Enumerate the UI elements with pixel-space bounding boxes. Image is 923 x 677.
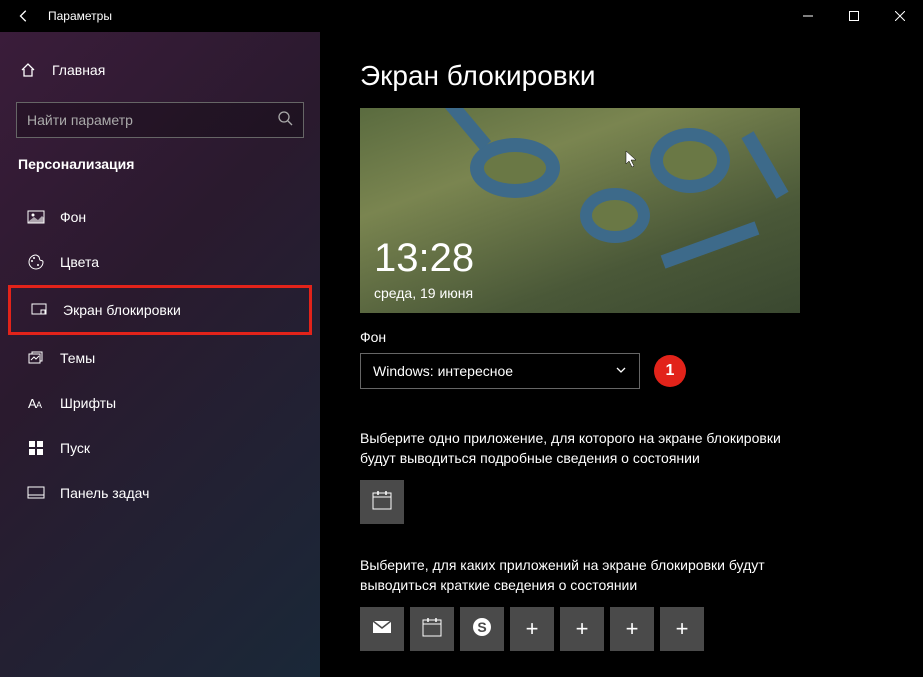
palette-icon: [26, 253, 46, 271]
search-input[interactable]: [27, 112, 277, 128]
quick-app-tile-add-4[interactable]: +: [660, 607, 704, 651]
cursor-icon: [625, 150, 639, 173]
preview-date: среда, 19 июня: [374, 285, 473, 301]
svg-text:A: A: [36, 400, 42, 410]
quick-app-tile-add-2[interactable]: +: [560, 607, 604, 651]
titlebar: Параметры: [0, 0, 923, 32]
fonts-icon: AA: [26, 394, 46, 412]
sidebar-item-label: Пуск: [60, 440, 90, 456]
quick-app-tile-mail[interactable]: [360, 607, 404, 651]
sidebar-item-start[interactable]: Пуск: [8, 426, 312, 470]
sidebar-item-label: Цвета: [60, 254, 99, 270]
calendar-icon: [371, 489, 393, 516]
sidebar: Главная Персонализация Фон Цвета: [0, 32, 320, 677]
preview-time: 13:28: [374, 236, 474, 281]
minimize-button[interactable]: [785, 0, 831, 32]
sidebar-item-lockscreen[interactable]: Экран блокировки: [8, 285, 312, 335]
detailed-status-label: Выберите одно приложение, для которого н…: [360, 429, 790, 468]
sidebar-item-fonts[interactable]: AA Шрифты: [8, 381, 312, 425]
calendar-icon: [421, 616, 443, 643]
plus-icon: +: [626, 616, 639, 642]
back-button[interactable]: [8, 0, 40, 32]
plus-icon: +: [576, 616, 589, 642]
taskbar-icon: [26, 484, 46, 502]
category-title: Персонализация: [0, 156, 320, 180]
sidebar-item-label: Темы: [60, 350, 95, 366]
window-controls: [785, 0, 923, 32]
quick-app-tile-add-1[interactable]: +: [510, 607, 554, 651]
quick-app-tile-add-3[interactable]: +: [610, 607, 654, 651]
sidebar-item-background[interactable]: Фон: [8, 195, 312, 239]
home-icon: [18, 62, 38, 78]
detailed-app-tile-calendar[interactable]: [360, 480, 404, 524]
quick-app-tile-calendar[interactable]: [410, 607, 454, 651]
dropdown-value: Windows: интересное: [373, 363, 513, 379]
sidebar-item-colors[interactable]: Цвета: [8, 240, 312, 284]
sidebar-item-themes[interactable]: Темы: [8, 336, 312, 380]
sidebar-item-taskbar[interactable]: Панель задач: [8, 471, 312, 515]
home-link[interactable]: Главная: [0, 52, 320, 88]
plus-icon: +: [526, 616, 539, 642]
annotation-badge-1: 1: [654, 355, 686, 387]
maximize-button[interactable]: [831, 0, 877, 32]
mail-icon: [371, 616, 393, 643]
themes-icon: [26, 349, 46, 367]
quick-app-tile-skype[interactable]: S: [460, 607, 504, 651]
window-title: Параметры: [48, 9, 112, 23]
sidebar-item-label: Фон: [60, 209, 86, 225]
picture-icon: [26, 208, 46, 226]
svg-text:S: S: [477, 619, 486, 635]
chevron-down-icon: [615, 363, 627, 379]
sidebar-item-label: Экран блокировки: [63, 302, 181, 318]
main-content: Экран блокировки 13:28 среда, 19 июня Фо…: [320, 32, 923, 677]
quick-status-label: Выберите, для каких приложений на экране…: [360, 556, 790, 595]
start-icon: [26, 439, 46, 457]
lockscreen-icon: [29, 301, 49, 319]
close-button[interactable]: [877, 0, 923, 32]
sidebar-item-label: Шрифты: [60, 395, 116, 411]
page-title: Экран блокировки: [360, 60, 883, 92]
lockscreen-preview[interactable]: 13:28 среда, 19 июня: [360, 108, 800, 313]
skype-icon: S: [471, 616, 493, 643]
search-box[interactable]: [16, 102, 304, 138]
sidebar-item-label: Панель задач: [60, 485, 149, 501]
background-label: Фон: [360, 329, 883, 345]
background-dropdown[interactable]: Windows: интересное: [360, 353, 640, 389]
search-icon: [277, 110, 293, 131]
plus-icon: +: [676, 616, 689, 642]
home-label: Главная: [52, 62, 105, 78]
